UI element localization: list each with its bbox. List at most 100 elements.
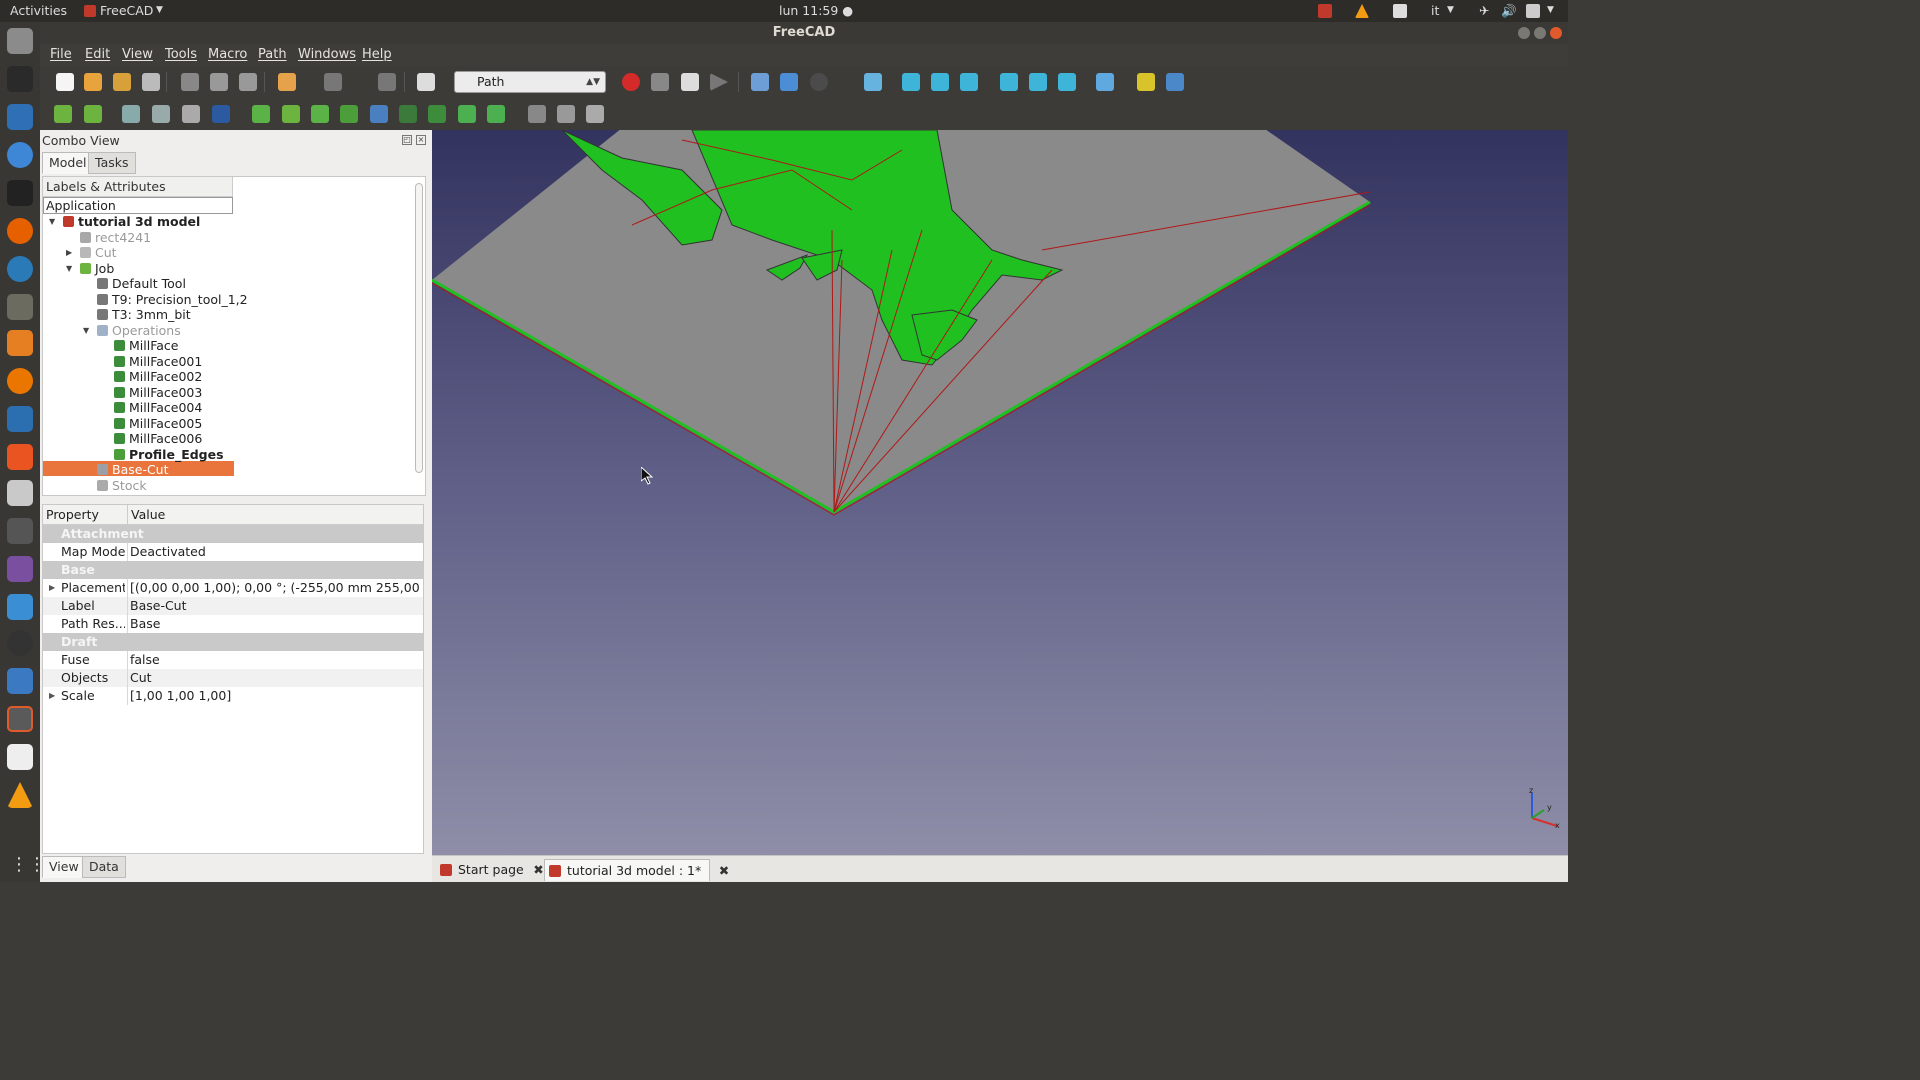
- vlc-icon[interactable]: [1355, 4, 1369, 18]
- software-center-icon[interactable]: [7, 444, 33, 470]
- tree-item[interactable]: MillFace003: [114, 385, 202, 401]
- run-macro-icon[interactable]: [710, 73, 728, 91]
- tree-scrollbar[interactable]: [415, 183, 423, 473]
- close-button[interactable]: [1550, 27, 1562, 39]
- refresh-icon[interactable]: [378, 73, 396, 91]
- front-view-icon[interactable]: [902, 73, 920, 91]
- tree-item[interactable]: MillFace002: [114, 369, 202, 385]
- clipboard-icon[interactable]: [1393, 4, 1407, 18]
- workbench-selector[interactable]: Path ▲▼: [454, 71, 606, 93]
- collapse-arrow-icon[interactable]: ▼: [49, 214, 55, 230]
- tree-item[interactable]: rect4241: [80, 230, 151, 246]
- profile-icon[interactable]: [252, 105, 270, 123]
- helix-icon[interactable]: [370, 105, 388, 123]
- vcarve-icon[interactable]: [487, 105, 505, 123]
- property-value[interactable]: [(0,00 0,00 1,00); 0,00 °; (-255,00 mm 2…: [127, 579, 421, 597]
- vlc-dock-icon[interactable]: [7, 782, 33, 808]
- menu-path[interactable]: Path: [258, 47, 287, 62]
- copy-icon[interactable]: [210, 73, 228, 91]
- property-row[interactable]: Path Res... Base: [43, 615, 423, 633]
- tree-item[interactable]: MillFace006: [114, 431, 202, 447]
- tab-start-page[interactable]: Start page ✖: [436, 859, 544, 881]
- video-icon[interactable]: [7, 556, 33, 582]
- recorder-icon[interactable]: [1318, 4, 1332, 18]
- measure-icon[interactable]: [1096, 73, 1114, 91]
- thunderbird-icon[interactable]: [7, 256, 33, 282]
- minimize-button[interactable]: [1518, 27, 1530, 39]
- tree-item[interactable]: Base-Cut: [97, 462, 169, 478]
- stop-macro-icon[interactable]: [651, 73, 669, 91]
- terminal-icon[interactable]: [7, 180, 33, 206]
- writer-icon[interactable]: [7, 104, 33, 130]
- inkscape-icon[interactable]: [7, 66, 33, 92]
- tree-item[interactable]: Profile_Edges: [114, 447, 224, 463]
- blender-icon[interactable]: [7, 368, 33, 394]
- tree-item[interactable]: MillFace: [114, 338, 178, 354]
- firefox-icon[interactable]: [7, 218, 33, 244]
- save-icon[interactable]: [113, 73, 131, 91]
- gimp-icon[interactable]: [7, 294, 33, 320]
- property-row[interactable]: ▶ Scale [1,00 1,00 1,00]: [43, 687, 423, 705]
- virtualbox-icon[interactable]: [7, 406, 33, 432]
- menu-file[interactable]: File: [50, 47, 72, 62]
- close-tab-icon[interactable]: ✖: [533, 859, 543, 881]
- paste-icon[interactable]: [239, 73, 257, 91]
- expand-arrow-icon[interactable]: ▶: [49, 687, 55, 705]
- tab-tasks[interactable]: Tasks: [88, 152, 136, 174]
- chromium-icon[interactable]: [7, 142, 33, 168]
- tab-tutorial-3d-model[interactable]: tutorial 3d model : 1* ✖: [544, 859, 729, 881]
- draw-style-icon[interactable]: [810, 73, 828, 91]
- menu-view[interactable]: View: [122, 47, 153, 62]
- tab-data[interactable]: Data: [82, 856, 126, 878]
- property-value[interactable]: Deactivated: [127, 543, 421, 561]
- keyboard-language[interactable]: it: [1431, 3, 1439, 18]
- float-panel-icon[interactable]: ◰: [402, 135, 412, 145]
- freecad-dock-icon[interactable]: [7, 706, 33, 732]
- tree-item[interactable]: MillFace005: [114, 416, 202, 432]
- property-row[interactable]: ▶ Placement [(0,00 0,00 1,00); 0,00 °; (-2…: [43, 579, 423, 597]
- model-tree[interactable]: Labels & Attributes Application ▼ tutoria…: [42, 176, 426, 496]
- tree-item[interactable]: T3: 3mm_bit: [97, 307, 191, 323]
- face-icon[interactable]: [340, 105, 358, 123]
- undo-icon[interactable]: [278, 73, 296, 91]
- collapse-arrow-icon[interactable]: ▼: [66, 261, 72, 277]
- copy-path-icon[interactable]: [586, 105, 604, 123]
- print-icon[interactable]: [142, 73, 160, 91]
- group-folder-icon[interactable]: [1166, 73, 1184, 91]
- redo-icon[interactable]: [324, 73, 342, 91]
- fit-all-icon[interactable]: [751, 73, 769, 91]
- tree-item[interactable]: ▶ Cut: [66, 245, 117, 261]
- slot-icon[interactable]: [399, 105, 417, 123]
- pocket-icon[interactable]: [282, 105, 300, 123]
- expand-arrow-icon[interactable]: ▶: [66, 245, 72, 261]
- expand-arrow-icon[interactable]: ▶: [49, 579, 55, 597]
- tool-library-icon[interactable]: [152, 105, 170, 123]
- engrave-icon[interactable]: [428, 105, 446, 123]
- simulator-icon[interactable]: [212, 105, 230, 123]
- airplane-icon[interactable]: ✈: [1479, 3, 1489, 18]
- edit-macro-icon[interactable]: [681, 73, 699, 91]
- tree-item[interactable]: ▼ Operations: [83, 323, 181, 339]
- part-icon[interactable]: [1137, 73, 1155, 91]
- cube-icon[interactable]: [7, 668, 33, 694]
- rear-view-icon[interactable]: [1000, 73, 1018, 91]
- tree-item[interactable]: ▼ tutorial 3d model: [49, 214, 200, 230]
- transfer-icon[interactable]: [7, 594, 33, 620]
- isometric-view-icon[interactable]: [864, 73, 882, 91]
- camera-icon[interactable]: [7, 518, 33, 544]
- eye-icon[interactable]: [7, 630, 33, 656]
- sweet-home-icon[interactable]: [7, 330, 33, 356]
- job-icon[interactable]: [54, 105, 72, 123]
- window-titlebar[interactable]: FreeCAD: [40, 22, 1568, 44]
- property-value[interactable]: Base-Cut: [127, 597, 421, 615]
- tree-item[interactable]: MillFace004: [114, 400, 202, 416]
- activities-button[interactable]: Activities: [10, 3, 67, 18]
- property-row[interactable]: Map Mode Deactivated: [43, 543, 423, 561]
- 3d-viewport[interactable]: z y x: [432, 130, 1568, 855]
- fit-selection-icon[interactable]: [780, 73, 798, 91]
- right-view-icon[interactable]: [960, 73, 978, 91]
- top-view-icon[interactable]: [931, 73, 949, 91]
- settings-icon[interactable]: [7, 480, 33, 506]
- files-icon[interactable]: [7, 28, 33, 54]
- post-process-icon[interactable]: [84, 105, 102, 123]
